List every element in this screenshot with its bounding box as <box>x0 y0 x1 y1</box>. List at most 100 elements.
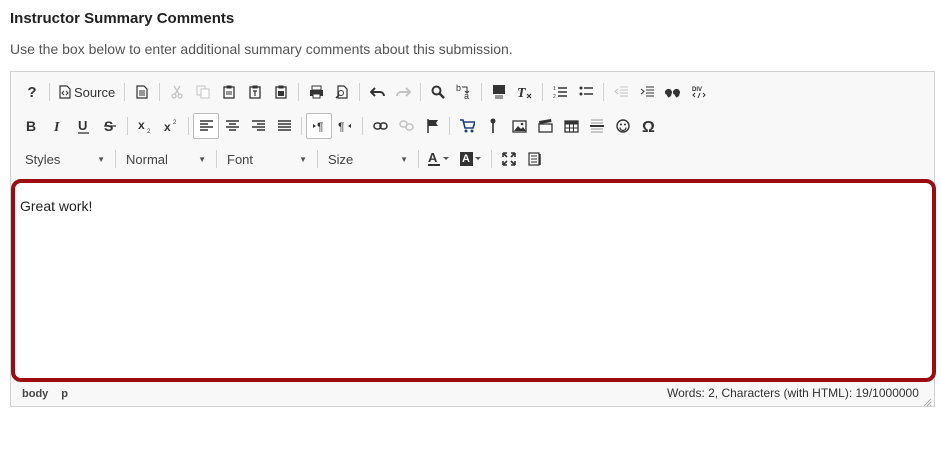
numbered-list-icon: 12 <box>553 86 568 99</box>
unlink-button[interactable] <box>393 113 419 139</box>
link-button[interactable] <box>367 113 393 139</box>
indent-button[interactable] <box>634 79 660 105</box>
maximize-button[interactable] <box>496 146 522 172</box>
svg-text:¶: ¶ <box>338 120 344 132</box>
svg-text:¶: ¶ <box>317 120 323 132</box>
copy-button[interactable] <box>190 79 216 105</box>
numbered-list-button[interactable]: 12 <box>547 79 573 105</box>
media-button[interactable] <box>532 113 558 139</box>
editor-content-area[interactable]: Great work! <box>11 179 936 382</box>
font-dropdown[interactable]: Font ▼ <box>221 147 313 171</box>
redo-button[interactable] <box>390 79 416 105</box>
resize-handle[interactable] <box>923 394 932 407</box>
help-button[interactable]: ? <box>19 79 45 105</box>
smiley-icon <box>616 119 630 133</box>
toolbar-separator <box>418 150 419 168</box>
paste-word-button[interactable] <box>268 79 294 105</box>
print-button[interactable] <box>303 79 329 105</box>
subscript-button[interactable]: x2 <box>132 113 158 139</box>
shopping-cart-button[interactable] <box>454 113 480 139</box>
bulleted-list-icon <box>579 86 594 96</box>
background-color-button[interactable]: A <box>455 146 487 172</box>
toolbar-separator <box>359 83 361 101</box>
editor-content-text[interactable]: Great work! <box>20 198 92 214</box>
anchor-button[interactable] <box>419 113 445 139</box>
format-dropdown[interactable]: Normal ▼ <box>120 147 212 171</box>
align-right-button[interactable] <box>245 113 271 139</box>
svg-text:B: B <box>26 119 36 133</box>
paste-text-icon <box>249 85 261 99</box>
strikethrough-button[interactable]: S <box>97 113 123 139</box>
underline-button[interactable]: U <box>71 113 97 139</box>
paste-word-icon <box>275 85 287 99</box>
text-color-icon: A <box>428 151 449 166</box>
svg-text:U: U <box>78 119 87 133</box>
special-character-button[interactable]: Ω <box>636 113 662 139</box>
replace-button[interactable]: ba <box>451 79 477 105</box>
insert-tool-button[interactable] <box>480 113 506 139</box>
bold-button[interactable]: B <box>19 113 45 139</box>
align-right-icon <box>251 120 265 131</box>
chevron-down-icon: ▼ <box>299 154 307 164</box>
outdent-icon <box>614 86 629 97</box>
superscript-button[interactable]: x2 <box>158 113 184 139</box>
toolbar-separator <box>491 150 492 168</box>
horizontal-line-button[interactable] <box>584 113 610 139</box>
select-all-button[interactable] <box>486 79 512 105</box>
svg-text:2: 2 <box>553 94 556 99</box>
styles-dropdown[interactable]: Styles ▼ <box>19 147 111 171</box>
text-direction-rtl-button[interactable]: ¶ <box>332 113 358 139</box>
remove-format-button[interactable]: T <box>512 79 538 105</box>
instructions-text: Use the box below to enter additional su… <box>10 41 513 57</box>
size-dropdown-label: Size <box>328 151 354 167</box>
toolbar-row-2: B I U S x2 x2 ¶ ¶ Ω <box>19 112 662 140</box>
size-dropdown[interactable]: Size ▼ <box>322 147 414 171</box>
svg-text:T: T <box>517 86 527 100</box>
bulleted-list-button[interactable] <box>573 79 599 105</box>
image-icon <box>511 119 527 133</box>
image-button[interactable] <box>506 113 532 139</box>
toolbar-separator <box>362 117 363 135</box>
maximize-icon <box>502 152 516 166</box>
svg-text:x: x <box>138 119 145 132</box>
outdent-button[interactable] <box>608 79 634 105</box>
text-direction-ltr-button[interactable]: ¶ <box>306 113 332 139</box>
toolbar-separator <box>159 83 161 101</box>
new-page-button[interactable] <box>129 79 155 105</box>
paste-button[interactable] <box>216 79 242 105</box>
path-item-p[interactable]: p <box>61 388 68 400</box>
find-button[interactable] <box>425 79 451 105</box>
cut-button[interactable] <box>164 79 190 105</box>
align-left-button[interactable] <box>193 113 219 139</box>
svg-text:1: 1 <box>553 86 556 92</box>
chevron-down-icon: ▼ <box>198 154 206 164</box>
create-div-button[interactable]: DIV <box>686 79 712 105</box>
italic-button[interactable]: I <box>45 113 71 139</box>
justify-button[interactable] <box>271 113 297 139</box>
toolbar-separator <box>420 83 422 101</box>
svg-text:Ω: Ω <box>642 119 655 133</box>
toolbar-separator <box>449 117 450 135</box>
path-item-body[interactable]: body <box>22 388 48 400</box>
source-icon <box>59 85 71 99</box>
align-center-button[interactable] <box>219 113 245 139</box>
underline-icon: U <box>78 119 89 134</box>
element-path: body p <box>22 388 68 400</box>
new-page-icon <box>136 85 148 99</box>
toolbar-separator <box>216 150 217 168</box>
source-button[interactable]: Source <box>54 79 120 105</box>
align-left-icon <box>199 120 213 131</box>
preview-button[interactable] <box>329 79 355 105</box>
source-label: Source <box>74 84 116 100</box>
show-blocks-button[interactable] <box>522 146 548 172</box>
select-all-icon <box>493 85 506 99</box>
paste-text-button[interactable] <box>242 79 268 105</box>
smiley-button[interactable] <box>610 113 636 139</box>
toolbar-separator <box>301 117 302 135</box>
undo-button[interactable] <box>364 79 390 105</box>
undo-icon <box>369 87 385 97</box>
blockquote-button[interactable] <box>660 79 686 105</box>
text-color-button[interactable]: A <box>423 146 455 172</box>
table-button[interactable] <box>558 113 584 139</box>
link-icon <box>372 122 388 130</box>
